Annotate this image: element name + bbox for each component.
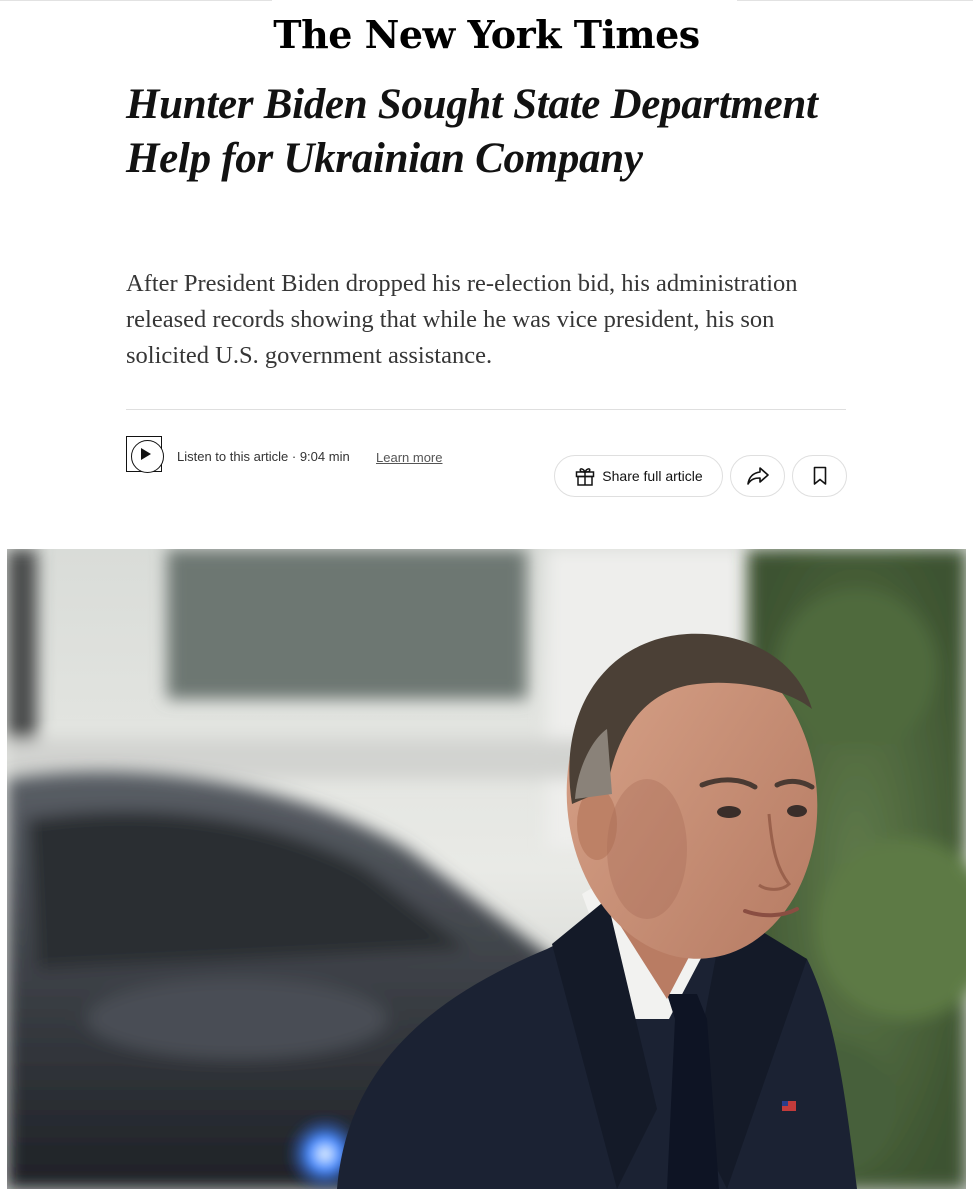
header-divider	[126, 409, 846, 410]
share-button[interactable]	[730, 455, 785, 497]
listen-play-button[interactable]	[126, 436, 164, 473]
nyt-logo[interactable]: The New York Times	[0, 8, 973, 62]
article-headline: Hunter Biden Sought State Department Hel…	[126, 81, 818, 182]
gift-icon	[576, 468, 595, 486]
play-icon	[141, 448, 151, 460]
top-divider-right	[737, 0, 973, 1]
article-lead-photo	[7, 549, 966, 1189]
share-arrow-icon	[746, 467, 769, 485]
bookmark-icon	[813, 466, 826, 485]
share-full-article-label: Share full article	[602, 468, 703, 484]
listen-label: Listen to this article · 9:04 min	[177, 449, 350, 464]
top-divider-left	[0, 0, 272, 1]
save-button[interactable]	[792, 455, 847, 497]
learn-more-link[interactable]: Learn more	[376, 450, 442, 465]
article-summary: After President Biden dropped his re-ele…	[126, 270, 798, 369]
share-full-article-button[interactable]: Share full article	[554, 455, 723, 497]
